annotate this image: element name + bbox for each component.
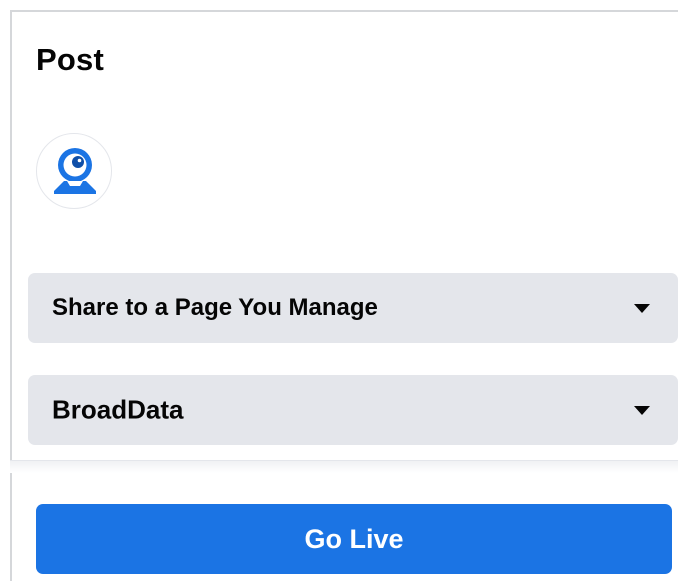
caret-down-icon [634,406,650,415]
webcam-user-icon [54,148,96,194]
page-select-value: BroadData [52,394,184,425]
footer-divider [10,460,678,473]
panel-left-border [10,10,12,581]
page-select-dropdown[interactable]: BroadData [28,375,678,445]
post-panel: Post Share to a Page You Manage BroadDat… [0,0,678,581]
go-live-button[interactable]: Go Live [36,504,672,574]
caret-down-icon [634,304,650,313]
share-destination-value: Share to a Page You Manage [52,294,378,321]
post-title: Post [36,42,104,77]
avatar [36,133,112,209]
share-destination-dropdown[interactable]: Share to a Page You Manage [28,273,678,343]
panel-top-border [10,10,678,12]
